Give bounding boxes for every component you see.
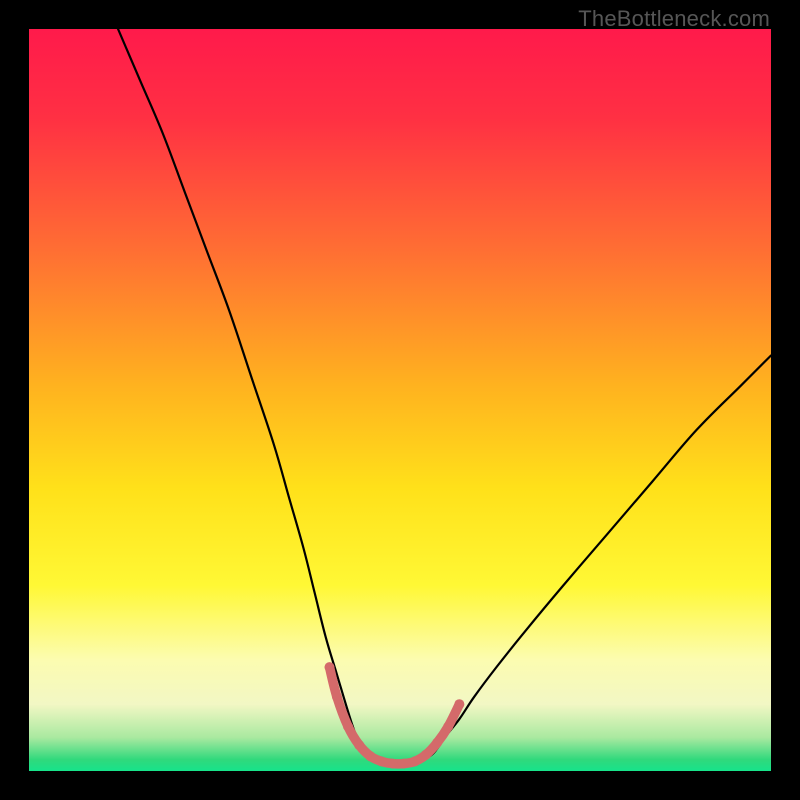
trough-marker-dot xyxy=(399,759,409,769)
chart-frame: TheBottleneck.com xyxy=(0,0,800,800)
trough-marker-dot xyxy=(421,750,431,760)
trough-marker-dot xyxy=(325,662,335,672)
trough-marker-dot xyxy=(332,692,342,702)
trough-marker-dot xyxy=(354,740,364,750)
trough-marker-dot xyxy=(410,756,420,766)
trough-marker-dot xyxy=(454,699,464,709)
curve-layer xyxy=(29,29,771,771)
trough-marker-dot xyxy=(388,759,398,769)
bottleneck-curve xyxy=(118,29,771,764)
trough-marker-dot xyxy=(432,738,442,748)
trough-marker-dot xyxy=(443,721,453,731)
trough-marker-dot xyxy=(343,721,353,731)
plot-area xyxy=(29,29,771,771)
trough-marker-dot xyxy=(365,751,375,761)
trough-marker-dot xyxy=(376,756,386,766)
